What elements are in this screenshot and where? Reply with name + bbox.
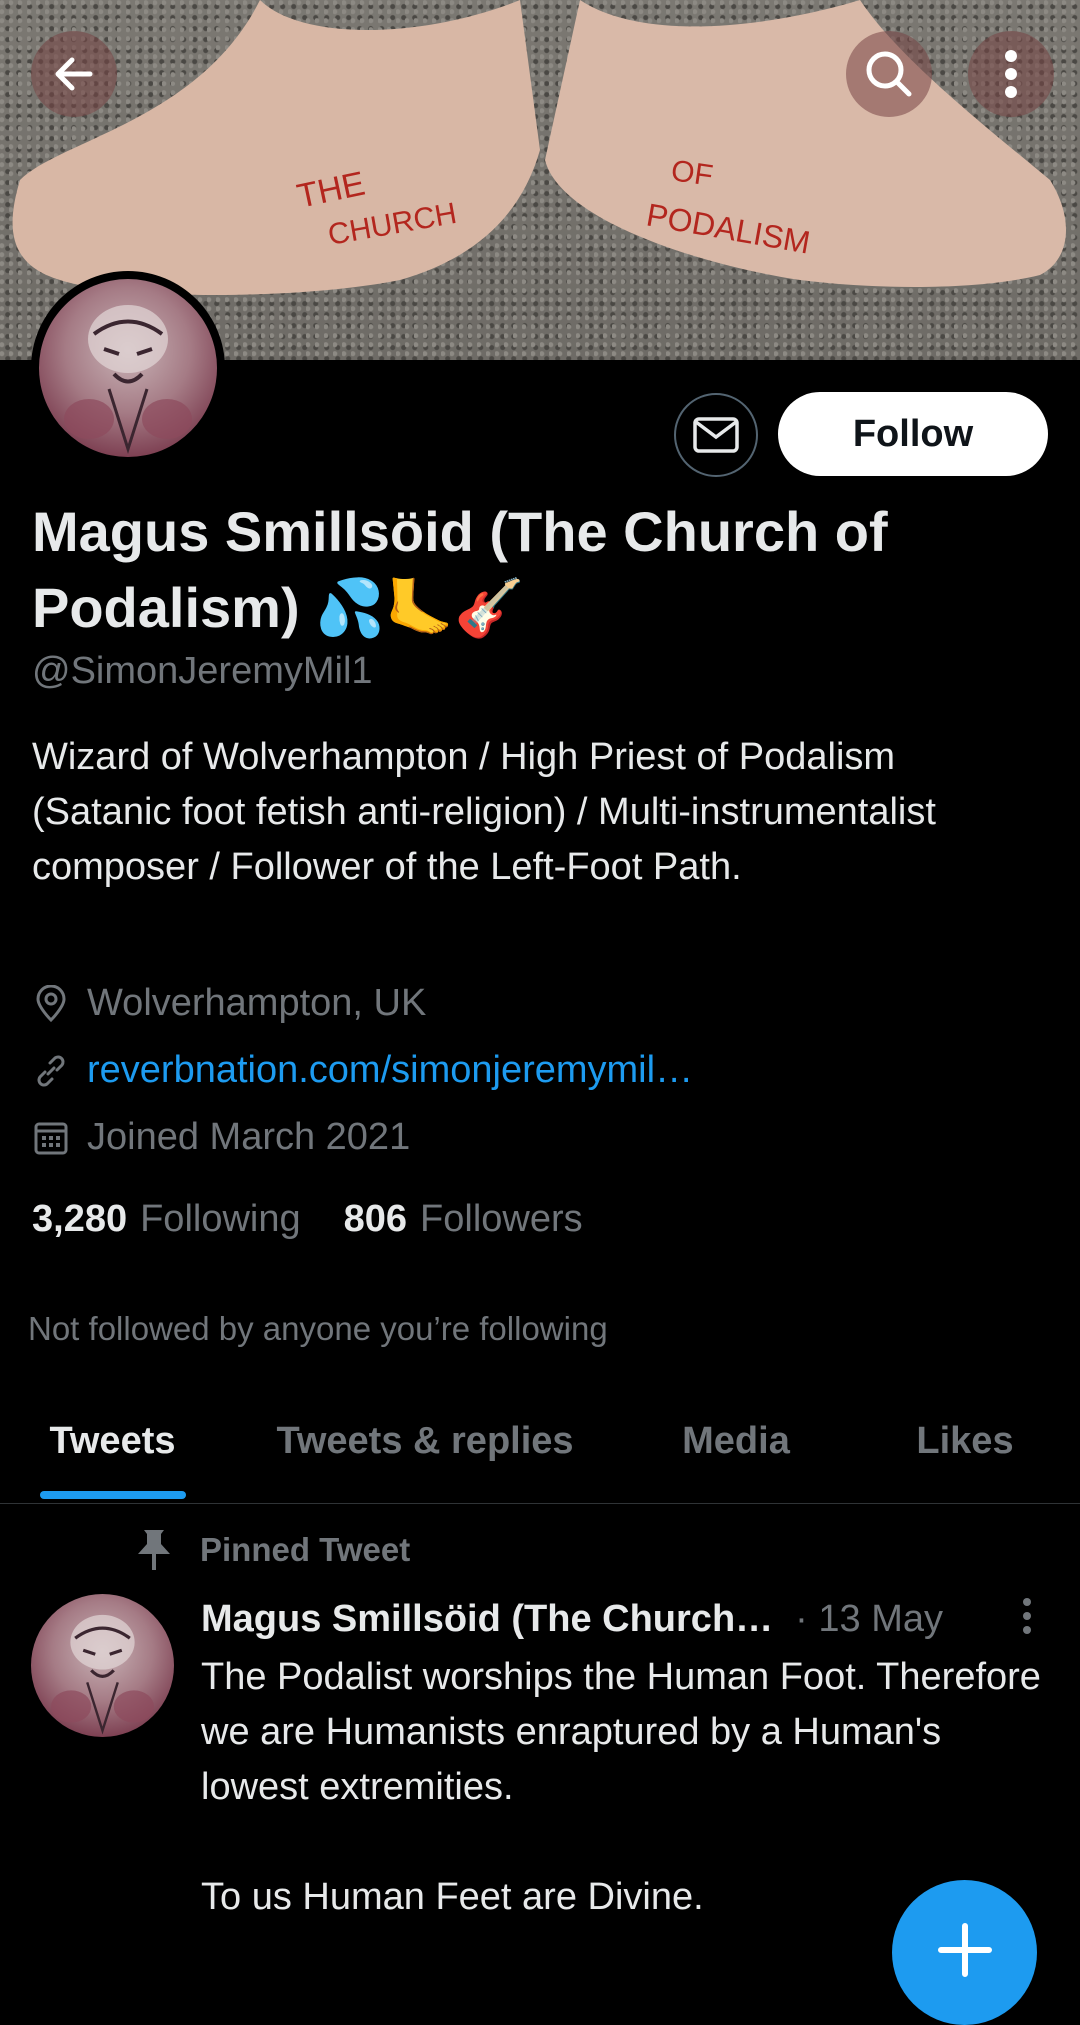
more-options-button[interactable] [968, 31, 1054, 117]
envelope-icon [693, 417, 739, 453]
profile-avatar[interactable] [31, 271, 225, 465]
arrow-left-icon [55, 57, 93, 91]
follow-button[interactable]: Follow [778, 392, 1048, 476]
search-button[interactable] [846, 31, 932, 117]
followers-label: Followers [420, 1198, 583, 1240]
profile-location: Wolverhampton, UK [32, 982, 426, 1025]
location-pin-icon [32, 984, 70, 1023]
tab-media[interactable]: Media [650, 1408, 822, 1504]
search-icon [866, 51, 912, 97]
location-text: Wolverhampton, UK [87, 982, 427, 1024]
profile-tabs: Tweets Tweets & replies Media Likes [0, 1408, 1080, 1504]
tweet-body: The Podalist worships the Human Foot. Th… [201, 1650, 1051, 1925]
profile-joined: Joined March 2021 [32, 1116, 410, 1159]
following-count: 3,280 [32, 1198, 128, 1240]
tab-likes[interactable]: Likes [880, 1408, 1050, 1504]
tweet-author-avatar[interactable] [31, 1594, 174, 1737]
profile-handle: @SimonJeremyMil1 [32, 650, 373, 692]
following-stat[interactable]: 3,280 Following [32, 1198, 301, 1241]
avatar-image [51, 1614, 154, 1735]
pinned-tweet-text: Pinned Tweet [200, 1531, 411, 1568]
tweet-header: Magus Smillsöid (The Church… · 13 May [201, 1598, 1041, 1641]
profile-bio: Wizard of Wolverhampton / High Priest of… [32, 736, 936, 888]
profile-display-name: Magus Smillsöid (The Church of Podalism)… [32, 500, 888, 639]
link-icon [32, 1052, 70, 1090]
followers-count: 806 [343, 1198, 408, 1240]
not-followed-text: Not followed by anyone you’re following [28, 1310, 608, 1347]
tweet-date[interactable]: · 13 May [795, 1598, 943, 1641]
more-vertical-icon [1005, 50, 1017, 98]
tab-tweets-and-replies[interactable]: Tweets & replies [255, 1408, 595, 1504]
banner-text-right-1: OF [669, 154, 715, 192]
website-link[interactable]: reverbnation.com/simonjeremymil… [87, 1049, 693, 1092]
tweet-author-name[interactable]: Magus Smillsöid (The Church… [201, 1598, 773, 1641]
tweet-more-button[interactable] [1012, 1596, 1042, 1636]
tweet-paragraph: The Podalist worships the Human Foot. Th… [201, 1656, 1041, 1808]
profile-stats: 3,280 Following 806 Followers [32, 1198, 583, 1241]
joined-text: Joined March 2021 [87, 1116, 411, 1158]
more-vertical-icon [1023, 1598, 1031, 1634]
tab-tweets[interactable]: Tweets [30, 1408, 195, 1504]
pinned-tweet-label: Pinned Tweet [134, 1528, 410, 1572]
avatar-image [64, 305, 192, 454]
compose-tweet-button[interactable] [892, 1880, 1037, 2025]
message-button[interactable] [674, 393, 758, 477]
plus-icon [937, 1923, 992, 1977]
back-button[interactable] [31, 31, 117, 117]
following-label: Following [140, 1198, 301, 1240]
profile-website[interactable]: reverbnation.com/simonjeremymil… [32, 1049, 693, 1092]
calendar-icon [32, 1119, 70, 1157]
active-tab-indicator [40, 1491, 186, 1499]
pin-icon [134, 1528, 174, 1572]
followers-stat[interactable]: 806 Followers [344, 1198, 583, 1241]
